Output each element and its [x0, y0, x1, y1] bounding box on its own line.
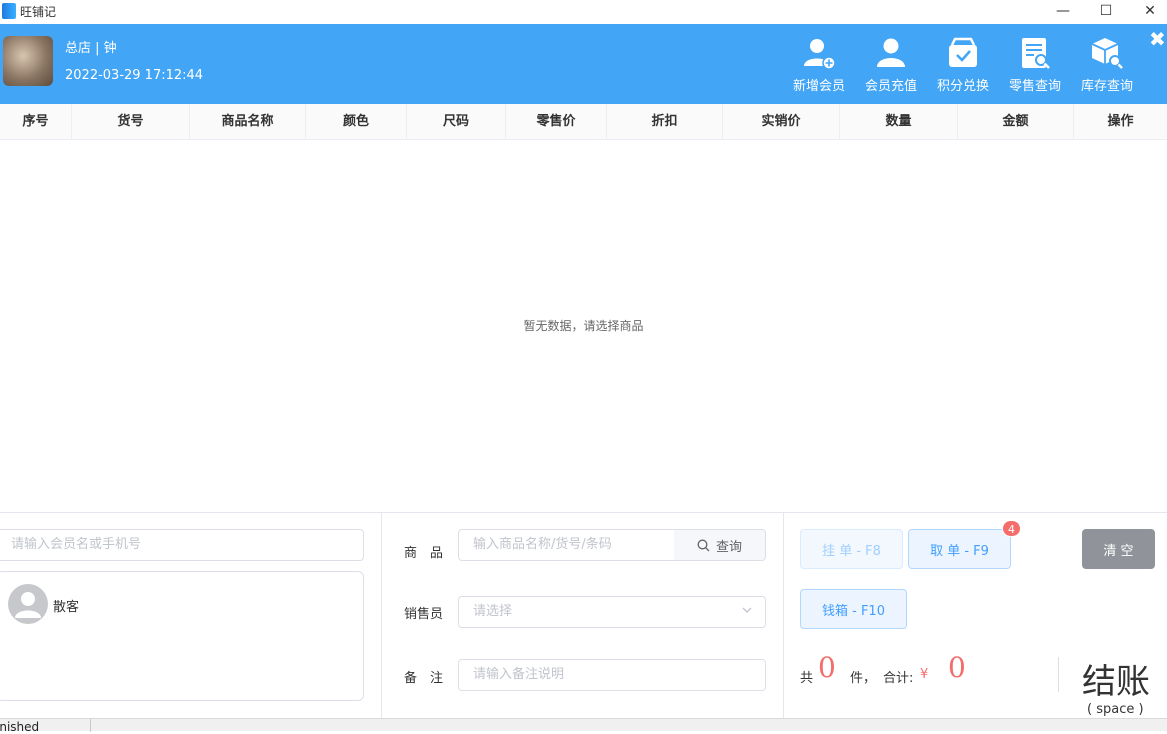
points-exchange-icon [949, 37, 977, 67]
points-exchange-label: 积分兑换 [936, 79, 989, 94]
shop-user-label: 总店 | 钟 [65, 41, 117, 56]
col-retail-price: 零售价 [506, 104, 607, 140]
col-product-name: 商品名称 [190, 104, 306, 140]
checkout-button[interactable]: 结账 [1082, 654, 1150, 703]
panel-divider [783, 512, 784, 718]
pos-header: 总店 | 钟 2022-03-29 17:12:44 新增会员 会员充值 积分兑… [0, 24, 1167, 104]
add-member-label: 新增会员 [792, 79, 845, 94]
retail-query-button[interactable]: 零售查询 [1003, 36, 1067, 94]
title-bar: 旺铺记 — ☐ ✕ [0, 0, 1167, 24]
note-label: 备 注 [404, 671, 444, 686]
member-name: 散客 [53, 600, 80, 615]
empty-table-message: 暂无数据，请选择商品 [523, 319, 644, 333]
product-search-button[interactable]: 查询 [674, 529, 766, 561]
panel-divider [381, 512, 382, 718]
col-amount: 金额 [958, 104, 1074, 140]
held-orders-badge: 4 [1002, 520, 1021, 537]
close-icon[interactable]: ✖ [1149, 29, 1167, 49]
default-user-icon [15, 592, 41, 618]
col-quantity: 数量 [840, 104, 958, 140]
note-input[interactable]: 请输入备注说明 [458, 659, 766, 691]
product-label: 商 品 [404, 546, 444, 561]
add-member-button[interactable]: 新增会员 [787, 36, 851, 94]
item-count: 0 [818, 651, 836, 684]
total-label: 合计: [883, 671, 914, 686]
retail-query-label: 零售查询 [1008, 79, 1061, 94]
cashbox-button[interactable]: 钱箱 - F10 [800, 589, 907, 629]
count-unit: 件， [850, 671, 877, 686]
retail-query-icon [1022, 38, 1050, 69]
col-actual-price: 实销价 [723, 104, 840, 140]
seller-select[interactable]: 请选择 [458, 596, 766, 628]
cart-table-header: 序号 货号 商品名称 颜色 尺码 零售价 折扣 实销价 数量 金额 操作 [0, 104, 1167, 140]
inventory-query-button[interactable]: 库存查询 [1075, 36, 1139, 94]
col-discount: 折扣 [607, 104, 723, 140]
col-item-no: 货号 [72, 104, 190, 140]
col-color: 颜色 [306, 104, 407, 140]
member-recharge-label: 会员充值 [864, 79, 917, 94]
count-prefix: 共 [800, 671, 814, 686]
maximize-button[interactable]: ☐ [1084, 0, 1128, 22]
user-avatar[interactable] [3, 36, 53, 86]
member-avatar [8, 584, 48, 624]
member-card[interactable] [0, 571, 364, 701]
col-index: 序号 [0, 104, 72, 140]
inventory-query-icon [1091, 38, 1123, 69]
member-search-input[interactable]: 请输入会员名或手机号 [0, 529, 364, 561]
member-recharge-button[interactable]: 会员充值 [859, 36, 923, 94]
search-icon [697, 539, 710, 551]
member-icon [877, 38, 905, 67]
add-member-icon [804, 39, 836, 70]
search-button-label: 查询 [715, 539, 742, 555]
window-close-button[interactable]: ✕ [1128, 0, 1167, 22]
checkout-separator [1058, 657, 1059, 692]
seller-label: 销售员 [404, 607, 444, 622]
app-logo-icon [2, 3, 16, 19]
status-separator [90, 719, 91, 732]
product-search-input[interactable]: 输入商品名称/货号/条码 [458, 529, 675, 561]
clear-button[interactable]: 清 空 [1082, 529, 1155, 569]
total-amount: 0 [948, 651, 966, 684]
status-bar: inished [0, 718, 1167, 734]
col-size: 尺码 [407, 104, 506, 140]
status-text: inished [0, 720, 40, 734]
window-title: 旺铺记 [20, 5, 57, 19]
points-exchange-button[interactable]: 积分兑换 [931, 36, 995, 94]
chevron-down-icon [742, 607, 752, 613]
checkout-shortcut: ( space ) [1087, 702, 1144, 717]
minimize-button[interactable]: — [1041, 0, 1085, 22]
current-datetime: 2022-03-29 17:12:44 [65, 68, 204, 83]
hold-order-button[interactable]: 挂 单 - F8 [800, 529, 903, 569]
col-operation: 操作 [1107, 114, 1134, 129]
retrieve-order-button[interactable]: 取 单 - F9 [908, 529, 1011, 569]
inventory-query-label: 库存查询 [1080, 79, 1133, 94]
currency-symbol: ¥ [920, 667, 929, 682]
